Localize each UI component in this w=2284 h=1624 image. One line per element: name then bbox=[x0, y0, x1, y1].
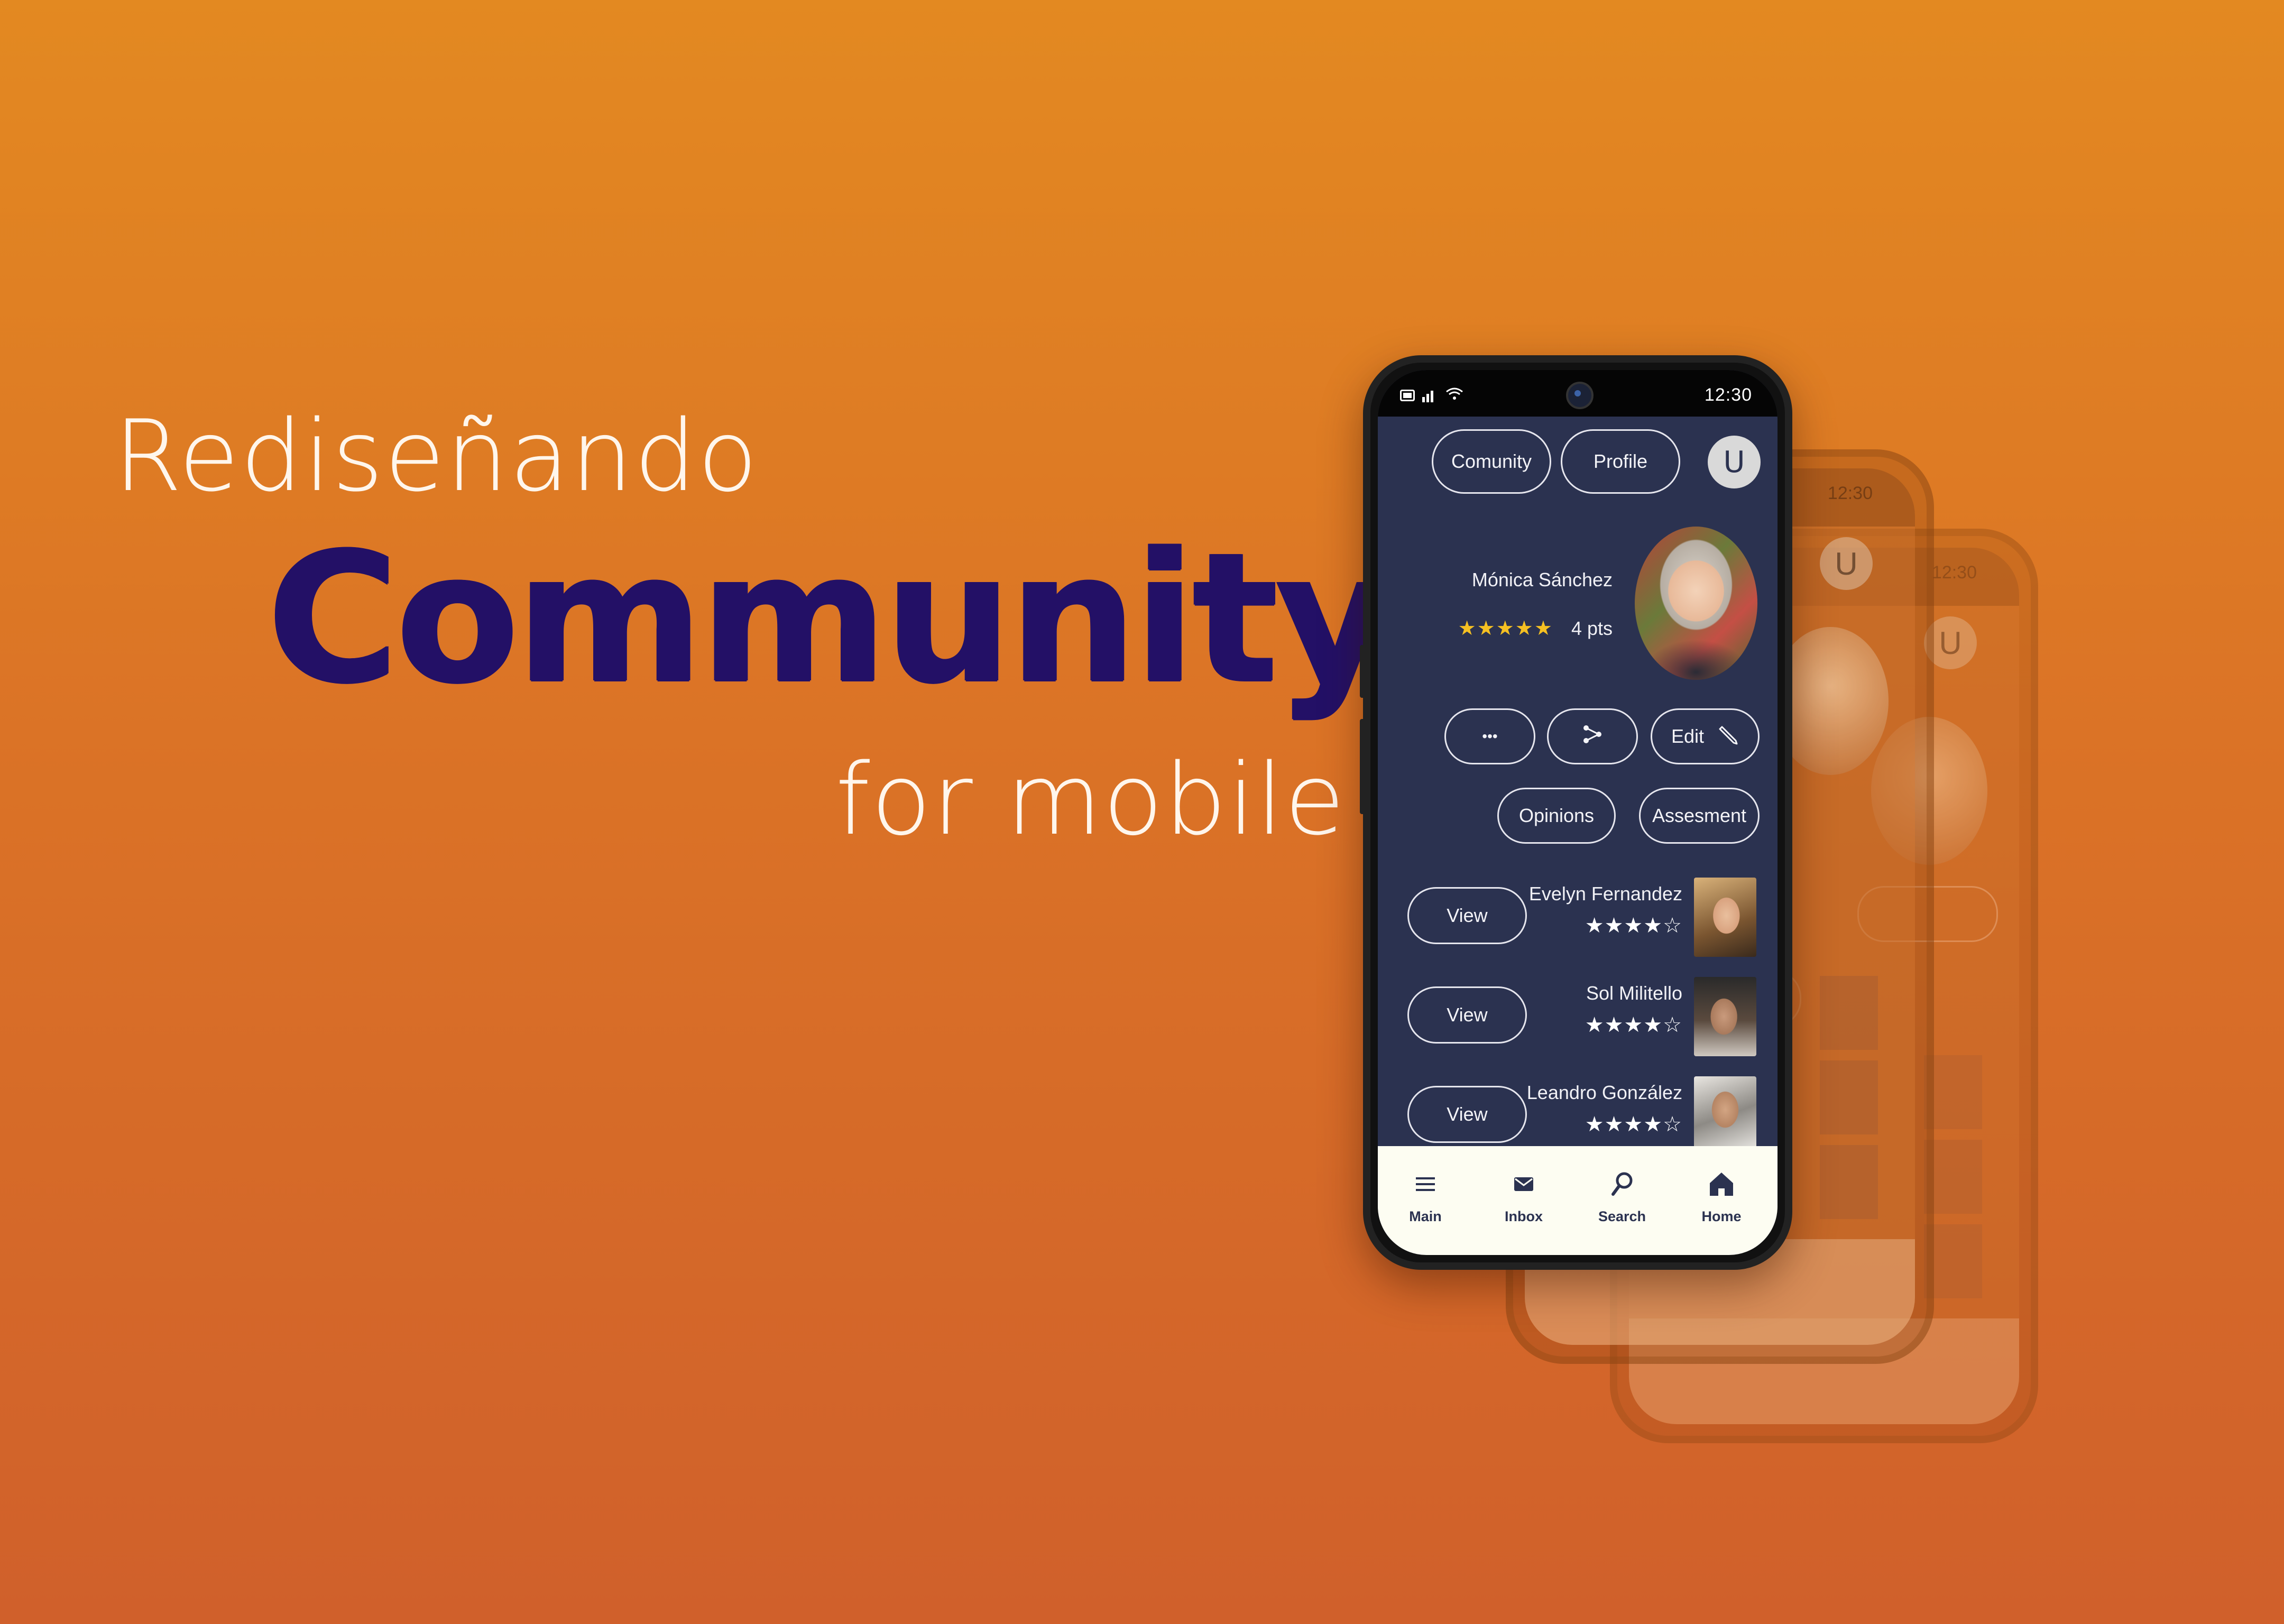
battery-icon bbox=[1400, 389, 1415, 401]
status-time: 12:30 bbox=[1704, 385, 1752, 405]
mail-icon bbox=[1487, 1167, 1561, 1201]
contact-photo bbox=[1694, 1076, 1756, 1156]
signal-icon bbox=[1422, 389, 1438, 402]
nav-home-label: Home bbox=[1701, 1208, 1742, 1224]
status-icons bbox=[1400, 385, 1463, 405]
share-button[interactable] bbox=[1547, 708, 1638, 764]
top-bar: Comunity Profile U bbox=[1378, 429, 1778, 498]
menu-icon bbox=[1388, 1167, 1462, 1201]
profile-points: 4 pts bbox=[1571, 617, 1613, 639]
hero-subtitle-top: Rediseñando bbox=[114, 399, 759, 513]
contact-name: Leandro González bbox=[1526, 1082, 1682, 1103]
tab-assessment[interactable]: Assesment bbox=[1639, 788, 1760, 844]
ghost-status-time: 12:30 bbox=[1827, 483, 1873, 503]
community-button[interactable]: Comunity bbox=[1432, 429, 1551, 494]
nav-inbox[interactable]: Inbox bbox=[1487, 1167, 1561, 1225]
nav-home[interactable]: Home bbox=[1684, 1167, 1758, 1225]
bottom-navigation: Main Inbox Search Home bbox=[1378, 1146, 1778, 1255]
home-icon bbox=[1684, 1167, 1758, 1201]
contact-stars: ★★★★☆ bbox=[1585, 1113, 1682, 1136]
view-button[interactable]: View bbox=[1407, 887, 1527, 944]
tab-row: Opinions Assesment bbox=[1378, 788, 1778, 846]
status-bar: 12:30 bbox=[1378, 370, 1778, 417]
list-item: View Evelyn Fernandez ★★★★☆ bbox=[1378, 878, 1778, 962]
share-icon bbox=[1581, 723, 1604, 751]
view-button[interactable]: View bbox=[1407, 986, 1527, 1044]
contact-name: Sol Militello bbox=[1586, 982, 1682, 1004]
ghost-status-time: 12:30 bbox=[1931, 562, 1977, 583]
phone-screen: 12:30 Comunity Profile U Mónica Sánchez … bbox=[1378, 370, 1778, 1255]
user-avatar[interactable]: U bbox=[1708, 436, 1761, 488]
nav-search-label: Search bbox=[1598, 1208, 1646, 1224]
contact-photo bbox=[1694, 878, 1756, 957]
ghost-avatar: U bbox=[1820, 537, 1873, 590]
phone-side-button bbox=[1360, 645, 1365, 698]
nav-main[interactable]: Main bbox=[1388, 1167, 1462, 1225]
contact-stars: ★★★★☆ bbox=[1585, 914, 1682, 937]
contact-stars: ★★★★☆ bbox=[1585, 1013, 1682, 1037]
profile-rating: ★★★★★ 4 pts bbox=[1458, 616, 1613, 640]
hero-title: Community bbox=[267, 514, 1392, 723]
pencil-icon bbox=[1718, 724, 1739, 750]
more-button[interactable]: ••• bbox=[1444, 708, 1535, 764]
front-camera-icon bbox=[1566, 382, 1594, 409]
view-button[interactable]: View bbox=[1407, 1086, 1527, 1143]
phone-mockup: 12:30 Comunity Profile U Mónica Sánchez … bbox=[1363, 355, 1792, 1270]
nav-inbox-label: Inbox bbox=[1505, 1208, 1543, 1224]
contact-name: Evelyn Fernandez bbox=[1528, 883, 1682, 905]
profile-button[interactable]: Profile bbox=[1561, 429, 1680, 494]
tab-opinions[interactable]: Opinions bbox=[1497, 788, 1616, 844]
action-row: ••• Edit bbox=[1378, 708, 1778, 767]
wifi-icon bbox=[1445, 385, 1463, 405]
edit-button[interactable]: Edit bbox=[1651, 708, 1760, 764]
more-icon: ••• bbox=[1482, 728, 1498, 744]
edit-label: Edit bbox=[1671, 725, 1705, 747]
search-icon bbox=[1585, 1167, 1659, 1201]
hero-subtitle-bottom: for mobile bbox=[835, 742, 1346, 857]
profile-stars: ★★★★★ bbox=[1458, 617, 1553, 640]
nav-main-label: Main bbox=[1409, 1208, 1442, 1224]
nav-search[interactable]: Search bbox=[1585, 1167, 1659, 1225]
profile-name: Mónica Sánchez bbox=[1471, 569, 1613, 590]
phone-side-button bbox=[1360, 719, 1365, 814]
list-item: View Sol Militello ★★★★☆ bbox=[1378, 977, 1778, 1062]
contact-photo bbox=[1694, 977, 1756, 1056]
profile-photo bbox=[1635, 527, 1757, 680]
profile-card: Mónica Sánchez ★★★★★ 4 pts bbox=[1378, 527, 1778, 685]
